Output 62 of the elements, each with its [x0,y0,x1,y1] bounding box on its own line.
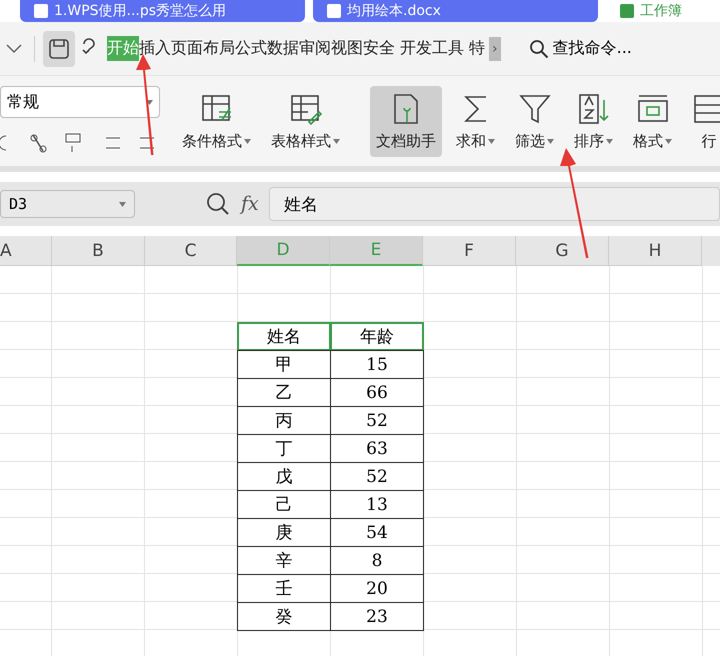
formula-field[interactable]: 姓名 [268,187,720,221]
table-cell: 年龄 [330,322,424,351]
column-header[interactable]: B [52,236,145,266]
menu-tab[interactable]: 特 [469,36,485,61]
search-icon [528,38,549,58]
caret-icon [119,202,126,206]
column-header[interactable]: F [423,236,516,266]
table-cell: 戊 [237,462,331,491]
ribbon-button[interactable]: 格式 [627,86,678,156]
table-cell: 54 [330,518,424,547]
document-icon [327,4,341,18]
save-icon[interactable] [43,30,75,66]
ribbon-button[interactable]: 文档助手 [370,86,442,156]
ribbon-button[interactable]: 筛选 [509,86,560,156]
ribbon-button[interactable]: 求和 [450,86,501,156]
menu-tab[interactable]: 开发工具 [400,36,464,61]
sort-az-icon [576,92,610,126]
menu-tab[interactable]: 视图 [331,36,363,61]
table-cell: 癸 [237,602,331,631]
ribbon-button[interactable]: 排序 [568,86,619,156]
table-cell: 乙 [237,378,331,407]
menu-tab[interactable]: 数据 [267,36,299,61]
sheet-icon [620,4,634,18]
menu-tab[interactable]: 插入 [139,36,171,61]
table-cell: 23 [330,602,424,631]
menu-tab[interactable]: 安全 [363,36,395,61]
table-cell: 66 [330,378,424,407]
table-cell: 52 [330,406,424,435]
table-cell: 8 [330,546,424,575]
table-cell: 丙 [237,406,331,435]
table-cell: 己 [237,490,331,519]
chevron-down-icon[interactable] [6,44,22,54]
menu-tab[interactable]: 审阅 [299,36,331,61]
scroll-right-button[interactable]: › [489,36,501,60]
table-cell: 13 [330,490,424,519]
number-format-dropdown[interactable]: 常规 [0,86,160,118]
document-tab[interactable]: 均用绘本.docx [313,0,598,22]
table-cell: 52 [330,462,424,491]
column-header[interactable]: H [609,236,702,266]
ribbon-button[interactable]: 表格样式 [265,86,346,156]
column-header[interactable]: A [0,236,52,266]
table-cell: 壬 [237,574,331,603]
document-tab[interactable]: 1.WPS使用...ps秀堂怎么用 [20,0,305,22]
document-icon [34,4,48,18]
table-cell: 丁 [237,434,331,463]
table-cell: 20 [330,574,424,603]
ribbon-button[interactable]: 条件格式 [176,86,257,156]
name-box[interactable]: D3 [0,190,135,218]
column-header[interactable]: C [145,236,237,266]
menu-tab[interactable]: 页面布局 [171,36,235,61]
fx-label[interactable]: fx [241,193,259,215]
table-cell: 甲 [237,350,331,379]
table-cell: 庚 [237,518,331,547]
table-cell: 63 [330,434,424,463]
table-cell: 辛 [237,546,331,575]
ribbon-button[interactable]: 行 [686,86,720,156]
search-command[interactable]: 查找命令... [552,38,632,59]
menu-tab[interactable]: 公式 [235,36,267,61]
table-cell: 姓名 [237,322,331,351]
table-cell: 15 [330,350,424,379]
zoom-icon[interactable] [205,191,231,217]
column-header[interactable]: G [516,236,609,266]
